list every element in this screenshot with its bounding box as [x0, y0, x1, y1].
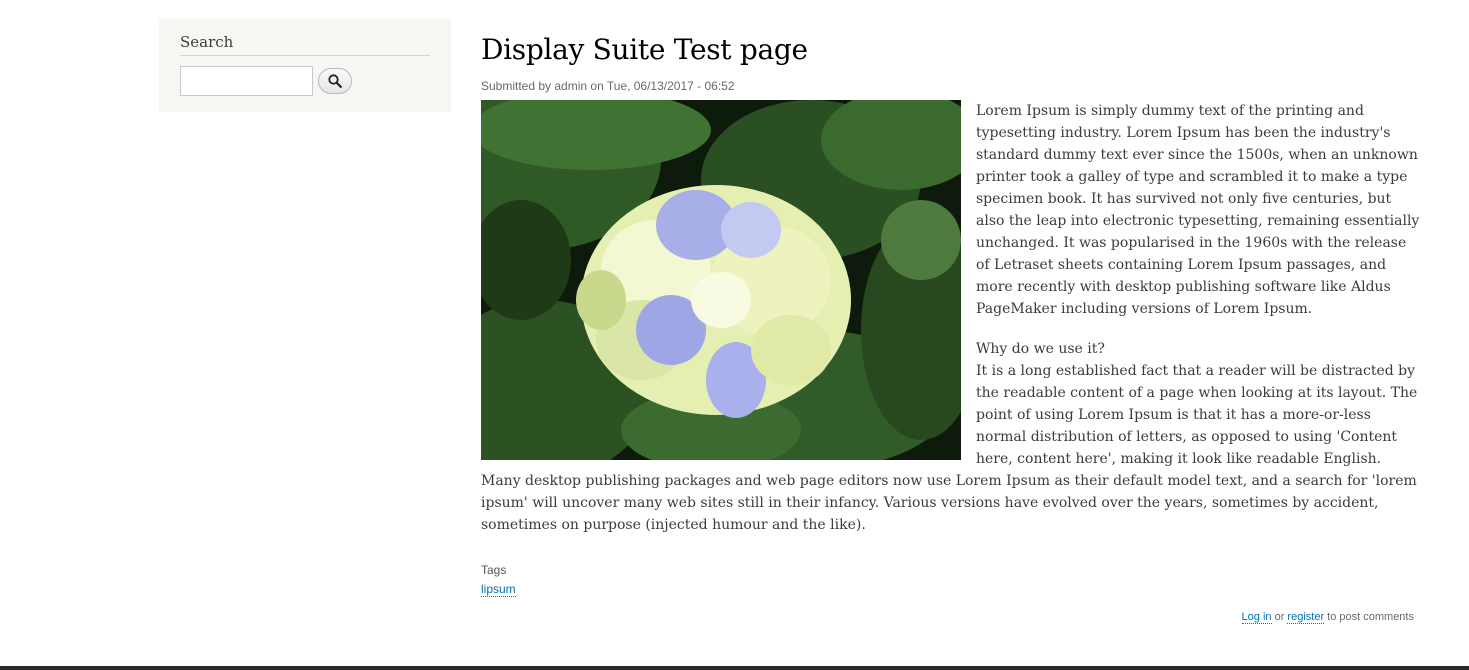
search-button[interactable] [318, 68, 352, 94]
search-form [180, 66, 430, 96]
submitted-info: Submitted by admin on Tue, 06/13/2017 - … [481, 79, 735, 93]
main-content: Display Suite Test page Submitted by adm… [481, 30, 1421, 597]
search-input[interactable] [180, 66, 313, 96]
page-title: Display Suite Test page [481, 33, 808, 66]
magnifier-icon [328, 74, 342, 88]
comment-links: Log in or register to post comments [1100, 611, 1414, 624]
tag-link-lipsum[interactable]: lipsum [481, 582, 516, 597]
login-link[interactable]: Log in [1241, 611, 1272, 624]
search-block: Search [159, 19, 451, 112]
footer-bar [0, 666, 1469, 670]
search-block-title: Search [180, 33, 430, 56]
post-comments-text: to post comments [1327, 611, 1414, 623]
or-text: or [1274, 611, 1285, 623]
article-body: Lorem Ipsum is simply dummy text of the … [481, 100, 1421, 536]
register-link[interactable]: register [1287, 611, 1325, 624]
hydrangea-image [481, 100, 961, 460]
tags-label: Tags [481, 563, 507, 577]
